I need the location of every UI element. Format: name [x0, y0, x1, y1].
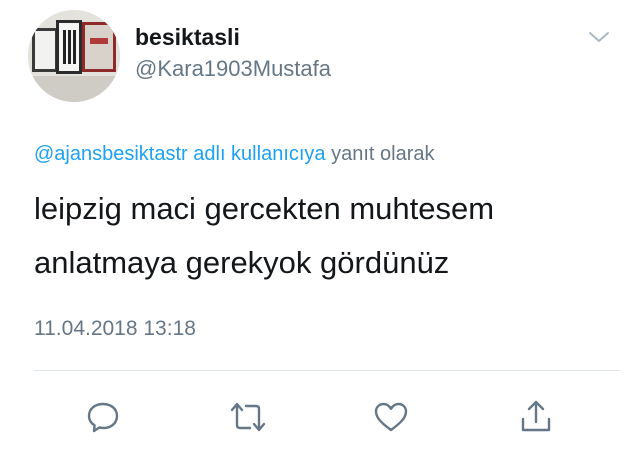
retweet-button[interactable]: [226, 395, 270, 439]
display-name[interactable]: besiktasli: [135, 24, 240, 51]
reply-mention-link[interactable]: @ajansbesiktastr adlı kullanıcıya: [34, 143, 326, 165]
speech-bubble-icon: [87, 402, 119, 433]
timestamp[interactable]: 11.04.2018 13:18: [34, 317, 196, 341]
heart-icon: [374, 402, 408, 432]
tweet-text-line: anlatmaya gerekyok gördünüz: [34, 245, 450, 280]
chevron-down-icon[interactable]: [586, 28, 612, 46]
tweet-detail: besiktasli @Kara1903Mustafa @ajansbesikt…: [0, 0, 640, 461]
reply-button[interactable]: [81, 395, 125, 439]
tweet-text: leipzig maci gercekten muhtesem anlatmay…: [34, 182, 494, 290]
avatar-image: [28, 10, 120, 102]
divider: [34, 370, 620, 371]
avatar[interactable]: [28, 10, 120, 102]
user-handle[interactable]: @Kara1903Mustafa: [135, 56, 331, 82]
tweet-text-line: leipzig maci gercekten muhtesem: [34, 191, 495, 226]
retweet-icon: [230, 402, 266, 432]
share-icon: [521, 400, 551, 432]
reply-suffix: yanıt olarak: [331, 143, 435, 165]
share-button[interactable]: [514, 395, 558, 439]
reply-context: @ajansbesiktastr adlı kullanıcıya yanıt …: [34, 143, 435, 166]
like-button[interactable]: [369, 395, 413, 439]
